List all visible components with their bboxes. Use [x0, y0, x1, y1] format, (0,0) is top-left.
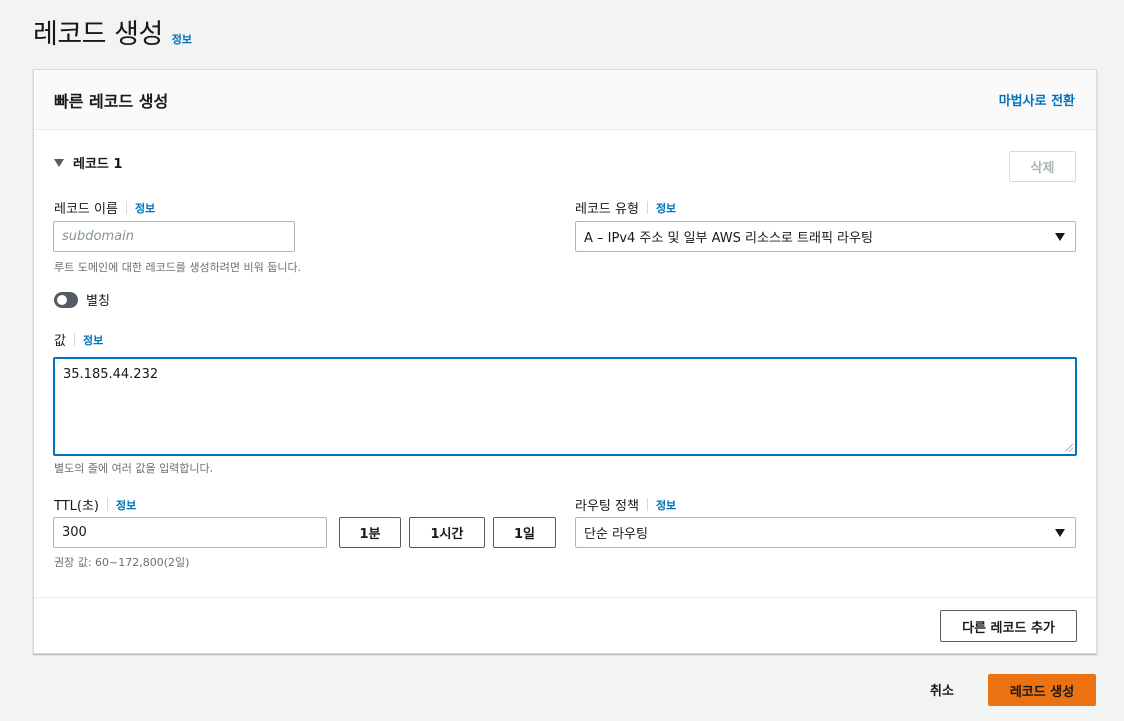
record-type-label-row: 레코드 유형 정보: [575, 198, 676, 217]
record-type-selected: A – IPv4 주소 및 일부 AWS 리소스로 트래픽 라우팅: [584, 231, 873, 246]
record-type-label: 레코드 유형: [575, 202, 639, 217]
record-name-hint: 루트 도메인에 대한 레코드를 생성하려면 비워 둡니다.: [54, 261, 302, 274]
value-hint: 별도의 줄에 여러 값을 입력합니다.: [54, 462, 214, 475]
routing-policy-select[interactable]: 단순 라우팅: [575, 517, 1076, 548]
caret-down-icon: [54, 158, 64, 167]
add-another-record-button[interactable]: 다른 레코드 추가: [940, 610, 1077, 642]
divider: [125, 201, 127, 214]
divider: [646, 498, 648, 511]
quick-create-panel: 빠른 레코드 생성 마법사로 전환 레코드 1 삭제 레코드 이름 정보 sub…: [33, 69, 1097, 654]
ttl-hint: 권장 값: 60~172,800(2일): [54, 556, 190, 569]
routing-label: 라우팅 정책: [575, 499, 639, 514]
routing-selected: 단순 라우팅: [584, 527, 648, 542]
record-type-select[interactable]: A – IPv4 주소 및 일부 AWS 리소스로 트래픽 라우팅: [575, 221, 1076, 252]
page-header: 레코드 생성 정보: [33, 12, 192, 51]
page-info-link[interactable]: 정보: [172, 31, 192, 47]
value-text: 35.185.44.232: [63, 367, 159, 382]
cancel-button[interactable]: 취소: [930, 680, 954, 699]
alias-toggle[interactable]: [54, 291, 78, 308]
ttl-value: 300: [62, 525, 87, 540]
record-name-label: 레코드 이름: [54, 202, 118, 217]
record-title: 레코드 1: [73, 157, 123, 172]
value-info-link[interactable]: 정보: [83, 332, 103, 348]
record-1-expander[interactable]: 레코드 1: [54, 153, 122, 172]
value-label-row: 값 정보: [54, 330, 103, 349]
dropdown-arrow-icon: [1055, 528, 1065, 537]
ttl-info-link[interactable]: 정보: [116, 497, 136, 513]
record-name-input[interactable]: subdomain: [53, 221, 295, 252]
page-title: 레코드 생성: [33, 19, 163, 50]
ttl-1-day-button[interactable]: 1일: [493, 517, 556, 548]
value-textarea[interactable]: 35.185.44.232: [53, 357, 1077, 456]
ttl-1-minute-button[interactable]: 1분: [339, 517, 401, 548]
panel-header: 빠른 레코드 생성 마법사로 전환: [34, 70, 1096, 130]
routing-label-row: 라우팅 정책 정보: [575, 495, 676, 514]
delete-record-button[interactable]: 삭제: [1009, 151, 1076, 182]
alias-label: 별칭: [86, 294, 110, 309]
divider: [646, 201, 648, 214]
alias-toggle-row: 별칭: [54, 290, 110, 309]
dropdown-arrow-icon: [1055, 232, 1065, 241]
panel-divider: [34, 597, 1096, 598]
routing-info-link[interactable]: 정보: [656, 497, 676, 513]
ttl-label: TTL(초): [54, 499, 99, 514]
value-label: 값: [54, 334, 66, 349]
ttl-1-hour-button[interactable]: 1시간: [409, 517, 485, 548]
switch-to-wizard-link[interactable]: 마법사로 전환: [999, 90, 1075, 109]
record-name-label-row: 레코드 이름 정보: [54, 198, 155, 217]
toggle-knob: [57, 294, 67, 305]
record-name-placeholder: subdomain: [62, 229, 134, 244]
divider: [73, 333, 75, 346]
record-type-info-link[interactable]: 정보: [656, 200, 676, 216]
ttl-input[interactable]: 300: [53, 517, 327, 548]
resize-handle[interactable]: [1065, 444, 1073, 452]
divider: [107, 498, 108, 511]
record-name-info-link[interactable]: 정보: [135, 200, 155, 216]
create-records-button[interactable]: 레코드 생성: [988, 674, 1096, 706]
ttl-label-row: TTL(초) 정보: [54, 495, 136, 514]
panel-title: 빠른 레코드 생성: [54, 91, 169, 111]
